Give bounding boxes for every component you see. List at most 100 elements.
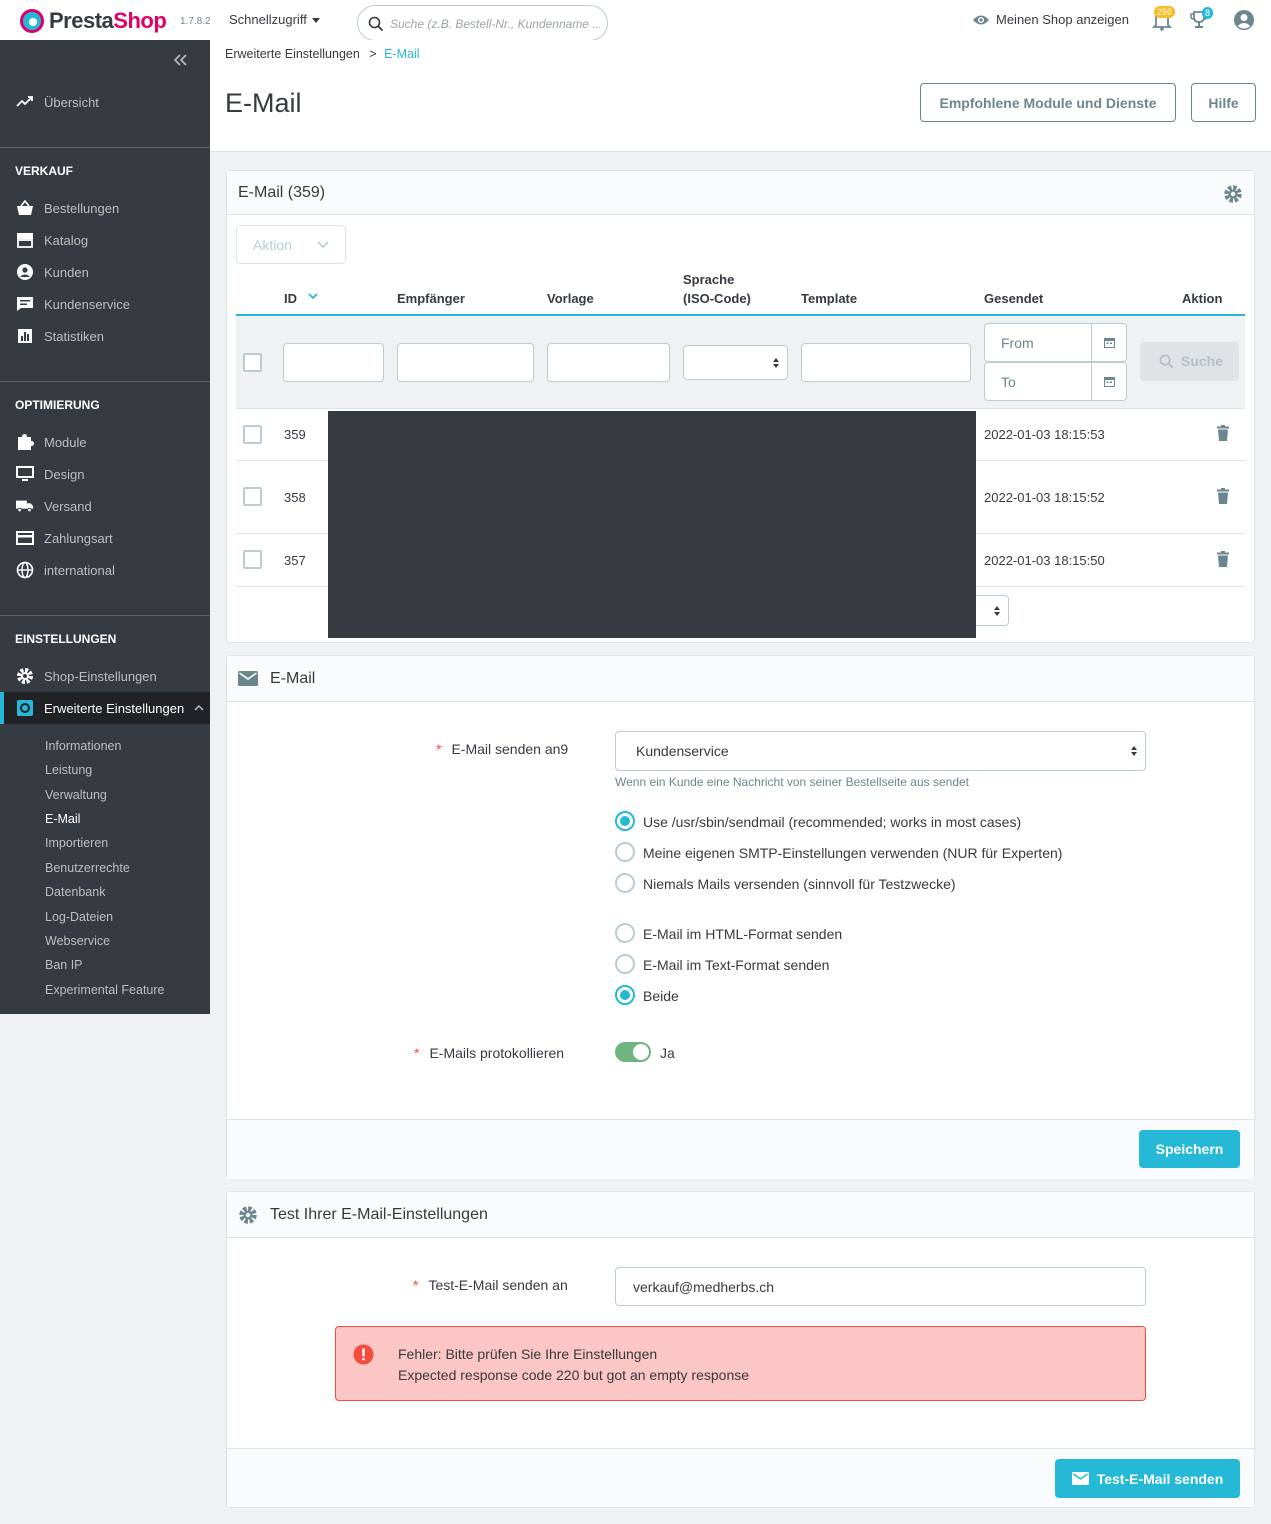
account-menu[interactable]: [1233, 9, 1255, 34]
sidebar-item-label: Module: [44, 434, 87, 450]
sidebar-item-stats[interactable]: Statistiken: [0, 320, 210, 352]
panel-heading: E-Mail (359): [227, 171, 1254, 215]
column-header-recipient[interactable]: Empfänger: [397, 291, 465, 306]
radio-both-format[interactable]: [615, 985, 635, 1005]
calendar-icon: [1104, 377, 1115, 387]
search-placeholder: Suche (z.B. Bestell-Nr., Kundenname ...: [390, 17, 600, 31]
row-sent-date: 2022-01-03 18:15:53: [984, 427, 1105, 442]
radio-text-format[interactable]: [615, 954, 635, 974]
recommended-modules-button[interactable]: Empfohlene Module und Dienste: [920, 83, 1176, 122]
bulk-action-dropdown[interactable]: Aktion: [236, 225, 346, 264]
select-all-checkbox[interactable]: [243, 353, 262, 372]
radio-sendmail[interactable]: [615, 811, 635, 831]
sidebar-item-orders[interactable]: Bestellungen: [0, 192, 210, 224]
test-email-label: * Test-E-Mail senden an: [413, 1277, 568, 1293]
subnav-import[interactable]: Importieren: [45, 836, 108, 850]
breadcrumb-parent[interactable]: Erweiterte Einstellungen: [225, 47, 360, 61]
send-to-value: Kundenservice: [636, 743, 729, 759]
gear-icon[interactable]: [1223, 184, 1243, 204]
sidebar-item-label: Zahlungsart: [44, 530, 113, 546]
trash-icon[interactable]: [1217, 425, 1229, 441]
sidebar-item-label: Erweiterte Einstellungen: [44, 700, 185, 716]
sidebar-item-modules[interactable]: Module: [0, 426, 210, 458]
send-test-email-label: Test-E-Mail senden: [1096, 1470, 1224, 1487]
subnav-ban-ip[interactable]: Ban IP: [45, 958, 83, 972]
radio-smtp[interactable]: [615, 842, 635, 862]
subnav-performance[interactable]: Leistung: [45, 763, 92, 777]
test-email-label-text: Test-E-Mail senden an: [428, 1277, 568, 1293]
trash-icon[interactable]: [1217, 488, 1229, 504]
view-shop-link[interactable]: Meinen Shop anzeigen: [972, 12, 1129, 27]
column-header-template-name[interactable]: Vorlage: [547, 291, 594, 306]
subnav-email[interactable]: E-Mail: [45, 812, 80, 826]
sidebar-item-international[interactable]: international: [0, 554, 210, 586]
prestashop-logo[interactable]: PrestaShop: [20, 8, 167, 34]
logo-icon: [20, 9, 44, 33]
column-header-sent[interactable]: Gesendet: [984, 291, 1043, 306]
sidebar-item-dashboard[interactable]: Übersicht: [0, 86, 210, 118]
row-checkbox[interactable]: [243, 425, 262, 444]
list-title: E-Mail (359): [238, 183, 326, 201]
send-to-select[interactable]: Kundenservice: [615, 731, 1146, 771]
radio-both-label: Beide: [643, 988, 679, 1004]
search-icon: [1159, 354, 1174, 369]
sidebar-item-advanced-parameters[interactable]: Erweiterte Einstellungen: [0, 692, 210, 724]
sidebar-item-customers[interactable]: Kunden: [0, 256, 210, 288]
error-title: Fehler: Bitte prüfen Sie Ihre Einstellun…: [398, 1346, 658, 1362]
radio-never[interactable]: [615, 873, 635, 893]
breadcrumb-separator: >: [369, 47, 377, 61]
row-checkbox[interactable]: [243, 487, 262, 506]
filter-date-to[interactable]: To: [984, 362, 1127, 401]
filter-search-label: Suche: [1181, 353, 1224, 369]
basket-icon: [16, 199, 34, 217]
caret-down-icon: [311, 18, 320, 24]
radio-html-format[interactable]: [615, 923, 635, 943]
date-from-placeholder: From: [1001, 335, 1034, 351]
bulk-action-label: Aktion: [253, 237, 292, 253]
sidebar-item-catalog[interactable]: Katalog: [0, 224, 210, 256]
test-email-input[interactable]: verkauf@medherbs.ch: [615, 1267, 1146, 1306]
filter-id-input[interactable]: [283, 343, 384, 382]
subnav-information[interactable]: Informationen: [45, 739, 121, 753]
sidebar-item-payment[interactable]: Zahlungsart: [0, 522, 210, 554]
column-header-id[interactable]: ID: [284, 291, 297, 306]
search-input[interactable]: Suche (z.B. Bestell-Nr., Kundenname ...: [357, 5, 608, 41]
subnav-database[interactable]: Datenbank: [45, 885, 105, 899]
sidebar-item-shipping[interactable]: Versand: [0, 490, 210, 522]
sidebar-item-label: Kundenservice: [44, 296, 130, 312]
filter-template-name-input[interactable]: [547, 343, 670, 382]
sidebar-item-label: Versand: [44, 498, 92, 514]
row-id: 357: [284, 553, 306, 568]
filter-date-from[interactable]: From: [984, 323, 1127, 362]
row-checkbox[interactable]: [243, 550, 262, 569]
filter-search-button[interactable]: Suche: [1140, 342, 1239, 381]
collapse-sidebar-button[interactable]: [173, 54, 188, 69]
breadcrumb-current: E-Mail: [384, 47, 420, 61]
chevron-down-icon: [317, 241, 329, 249]
filter-template-input[interactable]: [801, 343, 971, 382]
sidebar-item-shop-parameters[interactable]: Shop-Einstellungen: [0, 660, 210, 692]
filter-language-select[interactable]: [683, 345, 788, 380]
envelope-icon: [238, 671, 258, 686]
trash-icon[interactable]: [1217, 551, 1229, 567]
subnav-logs[interactable]: Log-Dateien: [45, 910, 113, 924]
quick-access-dropdown[interactable]: Schnellzugriff: [229, 12, 320, 27]
log-emails-switch[interactable]: [615, 1042, 651, 1062]
sidebar-item-design[interactable]: Design: [0, 458, 210, 490]
eye-icon: [973, 15, 989, 24]
send-test-email-button[interactable]: Test-E-Mail senden: [1055, 1459, 1240, 1498]
sort-desc-icon[interactable]: [308, 293, 318, 300]
save-button[interactable]: Speichern: [1139, 1130, 1240, 1168]
column-header-language[interactable]: Sprache: [683, 272, 734, 287]
column-header-template[interactable]: Template: [801, 291, 857, 306]
subnav-permissions[interactable]: Benutzerrechte: [45, 861, 130, 875]
subnav-webservice[interactable]: Webservice: [45, 934, 110, 948]
subnav-experimental[interactable]: Experimental Feature: [45, 983, 165, 997]
subnav-administration[interactable]: Verwaltung: [45, 788, 107, 802]
settings-applications-icon: [16, 699, 34, 717]
help-button[interactable]: Hilfe: [1191, 83, 1256, 122]
filter-recipient-input[interactable]: [397, 343, 534, 382]
row-id: 358: [284, 490, 306, 505]
page-title: E-Mail: [225, 88, 302, 118]
sidebar-item-customer-service[interactable]: Kundenservice: [0, 288, 210, 320]
